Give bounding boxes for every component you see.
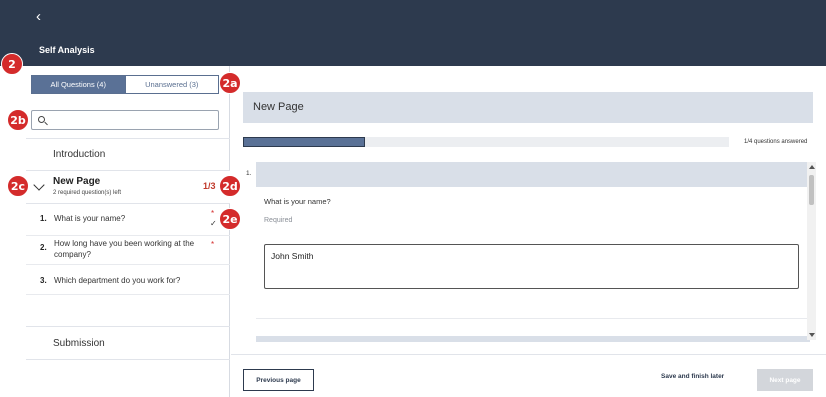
callout-badge-2b: 2b [7,109,29,131]
list-item-question-1[interactable]: 1. What is your name? * ✓ [26,204,230,236]
scroll-up-arrow-icon[interactable] [809,165,815,169]
next-page-button[interactable]: Next page [757,369,813,391]
scrollbar-thumb[interactable] [809,175,814,205]
question-number: 2. [40,243,47,252]
question-text: Which department do you work for? [54,276,181,285]
question-navigator: All Questions (4) Unanswered (3) Introdu… [0,66,230,397]
progress-bar [243,137,729,147]
check-icon: ✓ [210,219,217,228]
question-number: 3. [40,276,47,285]
section-submission[interactable]: Submission [53,338,105,349]
scrollbar[interactable] [807,162,816,340]
page-node-count: 1/3 [203,181,216,191]
search-icon [38,116,45,123]
question-card-number: 1. [246,170,252,177]
question-number: 1. [40,214,47,223]
answer-textarea[interactable]: John Smith [264,244,799,289]
chevron-left-icon[interactable]: ‹ [36,8,52,26]
app-header: ‹ Self Analysis [0,0,826,66]
list-item-question-3[interactable]: 3. Which department do you work for? [26,265,230,295]
question-text: What is your name? [54,214,126,223]
divider [26,359,230,360]
progress-fill [243,137,365,147]
question-card-title: What is your name? [264,197,331,206]
tab-all-questions[interactable]: All Questions (4) [31,75,126,94]
required-label: Required [264,217,293,224]
footer-divider [231,354,826,355]
question-scroll-area: 1. What is your name? Required John Smit… [243,160,823,342]
question-text: How long have you been working at the co… [54,239,195,259]
save-and-finish-later-button[interactable]: Save and finish later [661,373,724,380]
scroll-down-arrow-icon[interactable] [809,333,815,337]
previous-page-button[interactable]: Previous page [243,369,314,391]
page-title-banner: New Page [243,92,813,123]
divider [26,138,230,139]
section-introduction[interactable]: Introduction [53,149,105,160]
callout-badge-2d: 2d [219,175,241,197]
divider [26,326,230,327]
required-marker: * [211,209,215,218]
question-card-header [256,162,810,187]
question-filter-tabs: All Questions (4) Unanswered (3) [31,75,219,94]
callout-badge-2e: 2e [219,208,241,230]
tab-unanswered[interactable]: Unanswered (3) [125,75,219,94]
callout-badge-2a: 2a [219,72,241,94]
progress-label: 1/4 questions answered [744,139,808,145]
divider [256,318,810,319]
callout-badge-2c: 2c [7,175,29,197]
page-node-title[interactable]: New Page [53,176,100,187]
search-box [31,110,219,130]
required-marker: * [211,240,215,249]
next-question-card-header [256,336,810,342]
page-node-remaining: 2 required question(s) left [53,190,122,196]
list-item-question-2[interactable]: 2. How long have you been working at the… [26,236,230,265]
callout-badge-2: 2 [1,53,23,75]
question-content: New Page 1/4 questions answered 1. What … [231,66,826,397]
page-title: New Page [253,101,304,113]
search-input[interactable] [50,113,215,127]
app-title: Self Analysis [39,45,95,55]
